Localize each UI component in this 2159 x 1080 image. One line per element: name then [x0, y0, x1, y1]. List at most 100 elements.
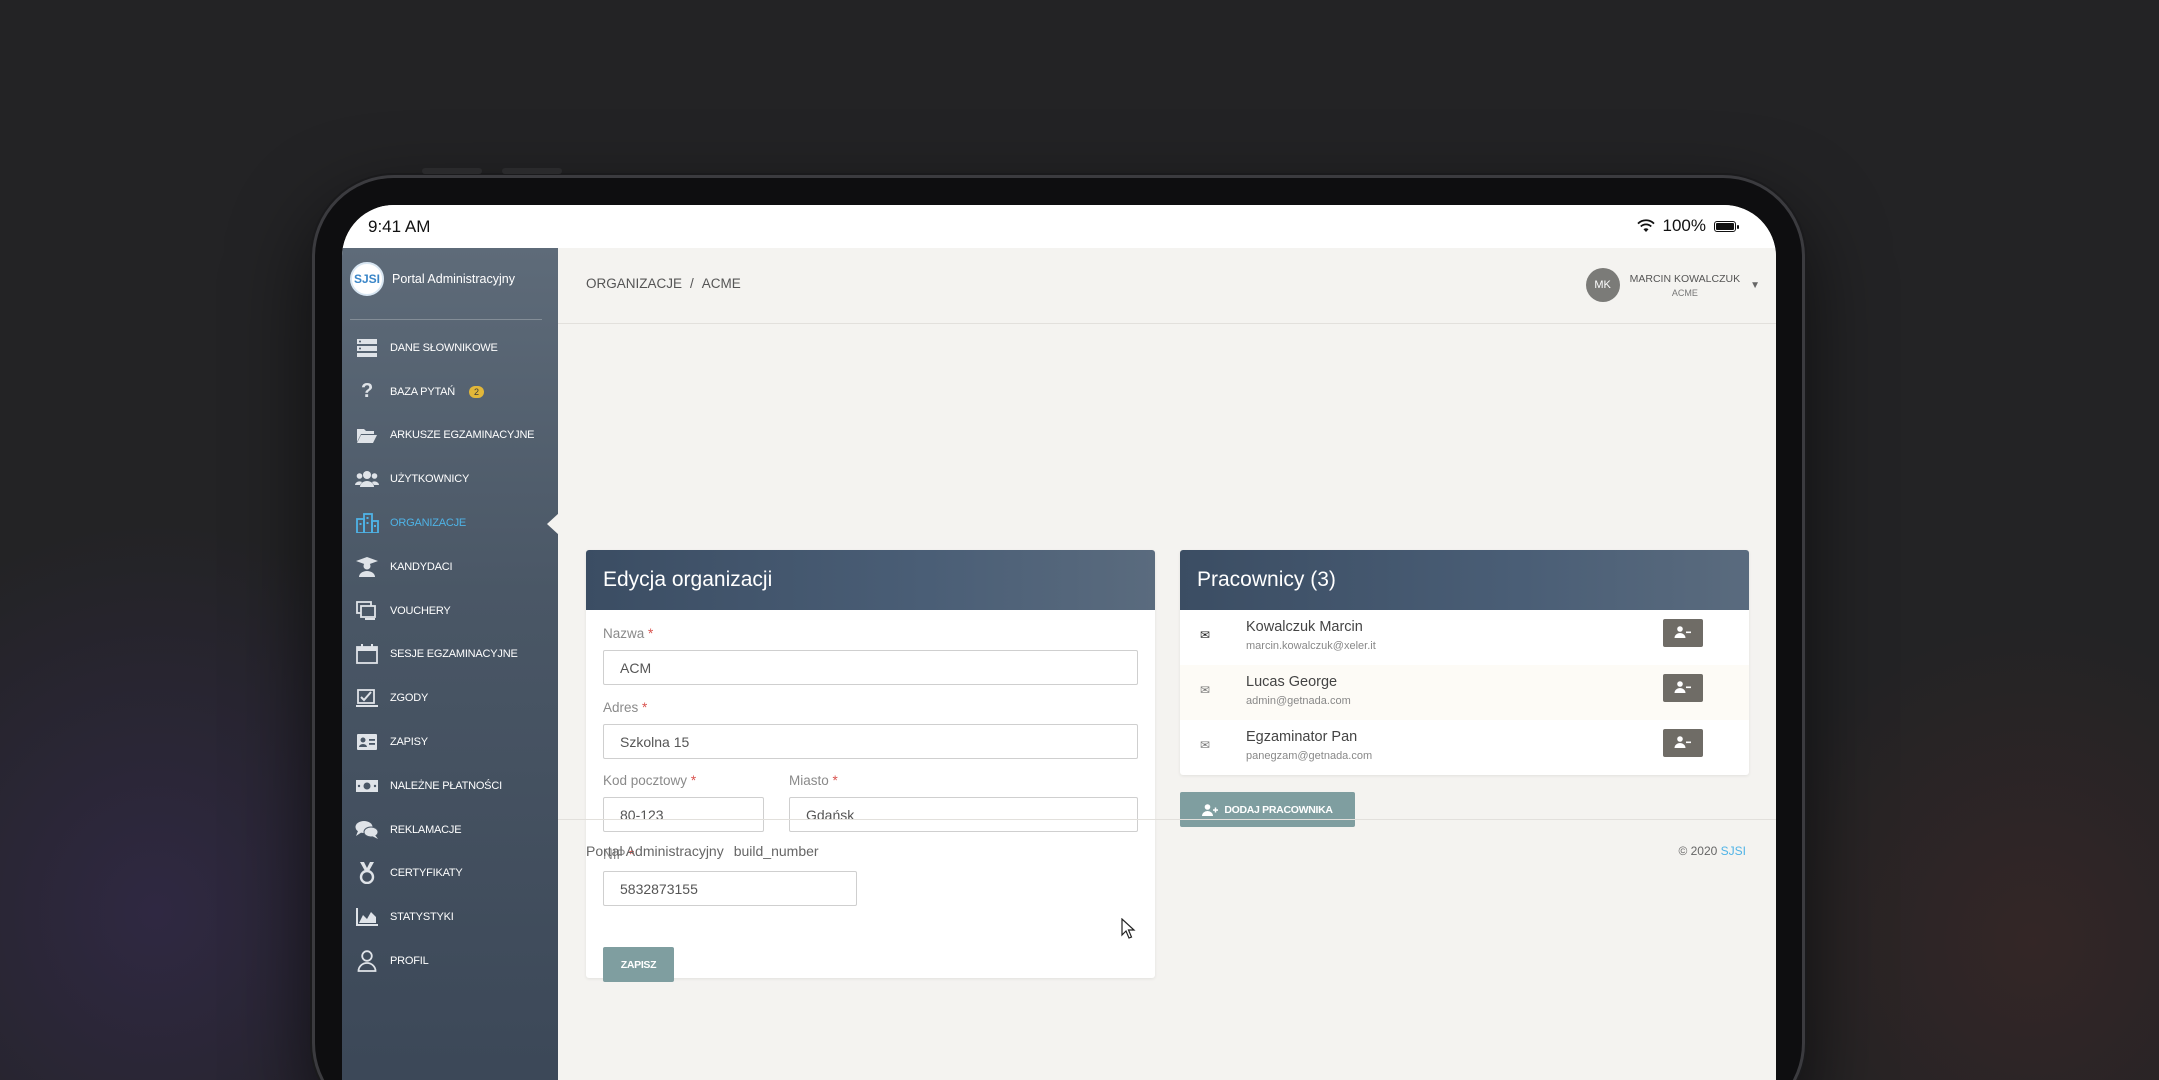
- employee-email: panegzam@getnada.com: [1246, 750, 1373, 762]
- user-info: MARCIN KOWALCZUK ACME: [1630, 273, 1740, 298]
- status-right: 100%: [1636, 216, 1739, 236]
- employee-name: Lucas George: [1246, 674, 1338, 690]
- sidebar-item-label: Profil: [390, 955, 429, 968]
- breadcrumb-organizacje[interactable]: ORGANIZACJE: [586, 276, 682, 291]
- sidebar-item-label: Certyfikaty: [390, 867, 463, 880]
- address-field[interactable]: Szkolna 15: [603, 724, 1138, 759]
- brand-logo: SJSI: [350, 262, 384, 296]
- user-menu[interactable]: MK MARCIN KOWALCZUK ACME ▼: [1585, 268, 1760, 302]
- add-employee-button[interactable]: DODAJ PRACOWNIKA: [1180, 792, 1355, 827]
- address-label: Adres *: [603, 700, 648, 715]
- device-button: [422, 168, 482, 174]
- footer-copyright: © 2020 SJSI: [1678, 844, 1746, 858]
- sidebar-item-label: Dane słownikowe: [390, 341, 498, 354]
- user-minus-icon: [1674, 735, 1691, 748]
- sidebar-item-kandydaci[interactable]: Kandydaci: [342, 545, 558, 589]
- footer-brand-link[interactable]: SJSI: [1721, 844, 1746, 858]
- battery-percent: 100%: [1662, 216, 1706, 235]
- divider: [350, 319, 542, 320]
- sidebar-item-vouchery[interactable]: Vouchery: [342, 589, 558, 633]
- name-field[interactable]: ACM: [603, 650, 1138, 685]
- sidebar: SJSI Portal Administracyjny Dane słownik…: [342, 248, 559, 1080]
- nip-field[interactable]: 5832873155: [603, 871, 857, 906]
- count-badge: 2: [469, 385, 484, 398]
- sidebar-item-label: Użytkownicy: [390, 473, 470, 486]
- sidebar-item-sesje[interactable]: Sesje egzaminacyjne: [342, 633, 558, 677]
- user-minus-icon: [1674, 625, 1691, 638]
- sidebar-item-profil[interactable]: Profil: [342, 939, 558, 983]
- sidebar-item-label: Organizacje: [390, 517, 467, 530]
- save-button[interactable]: ZAPISZ: [603, 947, 674, 982]
- mouse-cursor-icon: [1121, 918, 1136, 939]
- sidebar-item-platnosci[interactable]: Należne płatności: [342, 764, 558, 808]
- sidebar-item-arkusze[interactable]: Arkusze egzaminacyjne: [342, 414, 558, 458]
- breadcrumb-separator: /: [690, 276, 694, 291]
- vouchers-icon: [354, 600, 380, 622]
- sidebar-item-certyfikaty[interactable]: Certyfikaty: [342, 852, 558, 896]
- sidebar-item-label: Zapisy: [390, 736, 428, 749]
- envelope-icon[interactable]: ✉: [1200, 683, 1210, 697]
- breadcrumb-current: ACME: [701, 276, 741, 291]
- required-mark: *: [642, 700, 648, 715]
- city-field[interactable]: Gdańsk: [789, 797, 1138, 832]
- copyright-text: © 2020: [1678, 844, 1718, 858]
- envelope-icon[interactable]: ✉: [1200, 628, 1210, 642]
- user-name: MARCIN KOWALCZUK: [1629, 272, 1741, 285]
- building-icon: [354, 512, 380, 534]
- graduate-icon: [354, 556, 380, 578]
- top-bar: ORGANIZACJE / ACME MK MARCIN KOWALCZUK A…: [558, 248, 1776, 324]
- sidebar-item-dane-slownikowe[interactable]: Dane słownikowe: [342, 326, 558, 370]
- wifi-icon: [1636, 219, 1655, 232]
- status-time: 9:41 AM: [368, 217, 431, 236]
- sidebar-item-label: Arkusze egzaminacyjne: [390, 429, 535, 442]
- required-mark: *: [832, 773, 838, 788]
- sidebar-item-zgody[interactable]: Zgody: [342, 676, 558, 720]
- remove-user-button[interactable]: [1663, 619, 1703, 647]
- table-row[interactable]: ✉ Lucas George admin@getnada.com: [1180, 665, 1749, 720]
- remove-user-button[interactable]: [1663, 674, 1703, 702]
- database-icon: [354, 337, 380, 359]
- remove-user-button[interactable]: [1663, 729, 1703, 757]
- sidebar-item-label: Vouchery: [390, 604, 451, 617]
- question-icon: ?: [360, 380, 374, 403]
- organization-form-card: Edycja organizacji Nazwa * ACM Adres * S…: [586, 550, 1155, 982]
- sidebar-item-statystyki[interactable]: Statystyki: [342, 895, 558, 939]
- add-employee-label: DODAJ PRACOWNIKA: [1224, 803, 1333, 816]
- sidebar-item-label: Należne płatności: [390, 779, 502, 792]
- device-button: [502, 168, 562, 174]
- envelope-icon[interactable]: ✉: [1200, 738, 1210, 752]
- user-plus-icon: [1202, 803, 1219, 816]
- brand[interactable]: SJSI Portal Administracyjny: [350, 262, 515, 296]
- required-mark: *: [690, 773, 697, 788]
- sidebar-item-label: Statystyki: [390, 911, 454, 924]
- footer-info: Portal Administracyjny build_number: [586, 843, 819, 859]
- sidebar-item-uzytkownicy[interactable]: Użytkownicy: [342, 457, 558, 501]
- postal-code-field[interactable]: 80-123: [603, 797, 764, 832]
- table-row[interactable]: ✉ Egzaminator Pan panegzam@getnada.com: [1180, 720, 1749, 775]
- employee-name: Egzaminator Pan: [1246, 729, 1358, 745]
- employee-name: Kowalczuk Marcin: [1246, 619, 1363, 635]
- sidebar-item-zapisy[interactable]: Zapisy: [342, 720, 558, 764]
- sidebar-item-reklamacje[interactable]: Reklamacje: [342, 808, 558, 852]
- table-row[interactable]: ✉ Kowalczuk Marcin marcin.kowalczuk@xele…: [1180, 610, 1749, 665]
- footer-app-name: Portal Administracyjny: [586, 843, 724, 859]
- calendar-icon: [354, 643, 380, 665]
- name-label: Nazwa *: [603, 626, 654, 641]
- footer-build: build_number: [733, 843, 819, 859]
- sidebar-item-organizacje[interactable]: Organizacje: [342, 501, 559, 545]
- users-icon: [354, 468, 380, 490]
- employee-email: marcin.kowalczuk@xeler.it: [1246, 640, 1376, 652]
- postal-code-label: Kod pocztowy *: [603, 773, 697, 788]
- main-content: ORGANIZACJE / ACME MK MARCIN KOWALCZUK A…: [558, 248, 1776, 1080]
- sidebar-item-baza-pytan[interactable]: ? Baza pytań 2: [342, 370, 558, 414]
- money-icon: [354, 775, 380, 797]
- comments-icon: [354, 819, 380, 841]
- sidebar-item-label: Zgody: [390, 692, 429, 705]
- avatar: MK: [1585, 268, 1620, 302]
- card-title: Pracownicy (3): [1180, 550, 1749, 610]
- status-bar: 9:41 AM 100%: [342, 205, 1776, 248]
- folder-open-icon: [354, 424, 380, 446]
- breadcrumb: ORGANIZACJE / ACME: [586, 276, 741, 291]
- user-minus-icon: [1674, 680, 1691, 693]
- id-card-icon: [354, 731, 380, 753]
